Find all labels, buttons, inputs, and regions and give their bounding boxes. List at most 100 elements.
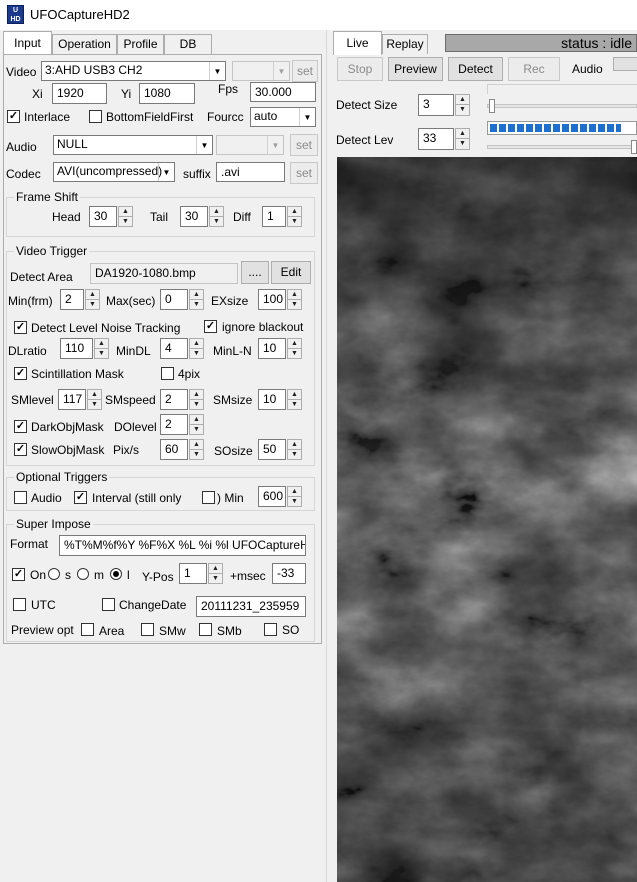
exsize-input[interactable]: 100 <box>258 289 286 310</box>
pixs-input[interactable]: 60 <box>160 439 188 460</box>
fourcc-select[interactable]: auto ▼ <box>250 107 316 127</box>
format-input[interactable]: %T%M%f%Y %F%X %L %i %l UFOCaptureHD2 <box>59 535 306 556</box>
detect-button[interactable]: Detect <box>448 57 503 81</box>
interlace-checkbox[interactable]: ✓ <box>7 110 20 123</box>
codec-select[interactable]: AVI(uncompressed) ▼ <box>53 162 175 182</box>
smlevel-spinner[interactable]: ▲ ▼ <box>87 389 102 410</box>
ypos-input[interactable]: 1 <box>179 563 207 584</box>
live-video-view[interactable] <box>337 157 637 882</box>
audio-mode-select[interactable]: ▼ <box>216 135 284 155</box>
preview-button[interactable]: Preview <box>388 57 443 81</box>
size-s-radio[interactable] <box>48 568 60 580</box>
detect-level-slider-track[interactable] <box>487 145 637 149</box>
detect-size-slider-thumb[interactable] <box>489 99 495 113</box>
scintillation-checkbox[interactable]: ✓ <box>14 367 27 380</box>
detect-area-input[interactable]: DA1920-1080.bmp <box>90 263 238 284</box>
tab-db[interactable]: DB <box>164 34 212 54</box>
yi-input[interactable]: 1080 <box>139 83 195 104</box>
sosize-input[interactable]: 50 <box>258 439 286 460</box>
video-set-button[interactable]: set <box>292 60 318 82</box>
codec-set-button[interactable]: set <box>290 162 318 184</box>
mindl-spinner[interactable]: ▲ ▼ <box>189 338 204 359</box>
audio-toggle[interactable] <box>613 57 637 71</box>
ypos-spinner[interactable]: ▲ ▼ <box>208 563 223 584</box>
tab-profile[interactable]: Profile <box>117 34 164 54</box>
audio-set-button[interactable]: set <box>290 134 318 156</box>
panel-splitter[interactable] <box>326 30 330 882</box>
detect-size-input[interactable]: 3 <box>418 94 454 116</box>
detect-size-spinner[interactable]: ▲ ▼ <box>455 94 470 116</box>
mindl-input[interactable]: 4 <box>160 338 188 359</box>
slowobj-checkbox[interactable]: ✓ <box>14 443 27 456</box>
min-frm-spinner[interactable]: ▲ ▼ <box>85 289 100 310</box>
msec-input[interactable]: -33 <box>272 563 306 584</box>
diff-spinner[interactable]: ▲ ▼ <box>287 206 302 227</box>
dlratio-spinner[interactable]: ▲ ▼ <box>94 338 109 359</box>
tail-input[interactable]: 30 <box>180 206 208 227</box>
detect-level-slider-thumb[interactable] <box>631 140 637 154</box>
darkobj-checkbox[interactable]: ✓ <box>14 420 27 433</box>
smlevel-input[interactable]: 117 <box>58 389 86 410</box>
tab-live[interactable]: Live <box>333 31 382 55</box>
dlratio-label: DLratio <box>8 344 47 358</box>
suffix-input[interactable]: .avi <box>216 162 285 182</box>
smspeed-input[interactable]: 2 <box>160 389 188 410</box>
video-select[interactable]: 3:AHD USB3 CH2 ▼ <box>41 61 226 81</box>
fourpix-checkbox[interactable] <box>161 367 174 380</box>
utc-checkbox[interactable] <box>13 598 26 611</box>
chevron-down-icon: ▼ <box>299 108 315 126</box>
changedate-input[interactable]: 20111231_235959 <box>196 596 306 617</box>
detect-size-label: Detect Size <box>336 98 398 112</box>
head-spinner[interactable]: ▲ ▼ <box>118 206 133 227</box>
interval-min-checkbox[interactable] <box>202 491 215 504</box>
size-l-radio[interactable] <box>110 568 122 580</box>
window-title: UFOCaptureHD2 <box>30 7 130 22</box>
tab-operation[interactable]: Operation <box>52 34 117 54</box>
opt-audio-checkbox[interactable] <box>14 491 27 504</box>
changedate-checkbox[interactable] <box>102 598 115 611</box>
fps-input[interactable]: 30.000 <box>250 82 316 102</box>
dolevel-spinner[interactable]: ▲ ▼ <box>189 414 204 435</box>
minln-spinner[interactable]: ▲ ▼ <box>287 338 302 359</box>
preview-so-checkbox[interactable] <box>264 623 277 636</box>
tab-input[interactable]: Input <box>3 31 52 55</box>
interval-checkbox[interactable]: ✓ <box>74 491 87 504</box>
max-sec-input[interactable]: 0 <box>160 289 188 310</box>
detect-area-edit-button[interactable]: Edit <box>271 261 311 284</box>
size-m-radio[interactable] <box>77 568 89 580</box>
preview-smw-checkbox[interactable] <box>141 623 154 636</box>
head-input[interactable]: 30 <box>89 206 117 227</box>
audio-select[interactable]: NULL ▼ <box>53 135 213 155</box>
impose-on-checkbox[interactable]: ✓ <box>12 568 25 581</box>
sosize-spinner[interactable]: ▲ ▼ <box>287 439 302 460</box>
audio-toggle-label: Audio <box>572 62 603 76</box>
detect-level-input[interactable]: 33 <box>418 128 454 150</box>
tab-replay[interactable]: Replay <box>382 34 428 54</box>
max-sec-spinner[interactable]: ▲ ▼ <box>189 289 204 310</box>
preview-smb-checkbox[interactable] <box>199 623 212 636</box>
min-frm-input[interactable]: 2 <box>60 289 84 310</box>
detect-size-slider-track[interactable] <box>487 104 637 108</box>
interval-min-spinner[interactable]: ▲ ▼ <box>287 486 302 507</box>
video-mode-select[interactable]: ▼ <box>232 61 290 81</box>
smsize-spinner[interactable]: ▲ ▼ <box>287 389 302 410</box>
exsize-spinner[interactable]: ▲ ▼ <box>287 289 302 310</box>
interval-min-input[interactable]: 600 <box>258 486 286 507</box>
ignore-blackout-checkbox[interactable]: ✓ <box>204 320 217 333</box>
detect-level-spinner[interactable]: ▲ ▼ <box>455 128 470 150</box>
tail-spinner[interactable]: ▲ ▼ <box>209 206 224 227</box>
smsize-input[interactable]: 10 <box>258 389 286 410</box>
xi-input[interactable]: 1920 <box>52 83 107 104</box>
stop-button[interactable]: Stop <box>337 57 383 81</box>
dolevel-input[interactable]: 2 <box>160 414 188 435</box>
detect-area-browse-button[interactable]: .... <box>241 261 269 284</box>
smspeed-spinner[interactable]: ▲ ▼ <box>189 389 204 410</box>
diff-input[interactable]: 1 <box>262 206 286 227</box>
minln-input[interactable]: 10 <box>258 338 286 359</box>
rec-button[interactable]: Rec <box>508 57 560 81</box>
bottomfield-checkbox[interactable] <box>89 110 102 123</box>
preview-area-checkbox[interactable] <box>81 623 94 636</box>
dlnt-checkbox[interactable]: ✓ <box>14 321 27 334</box>
pixs-spinner[interactable]: ▲ ▼ <box>189 439 204 460</box>
dlratio-input[interactable]: 110 <box>60 338 93 359</box>
